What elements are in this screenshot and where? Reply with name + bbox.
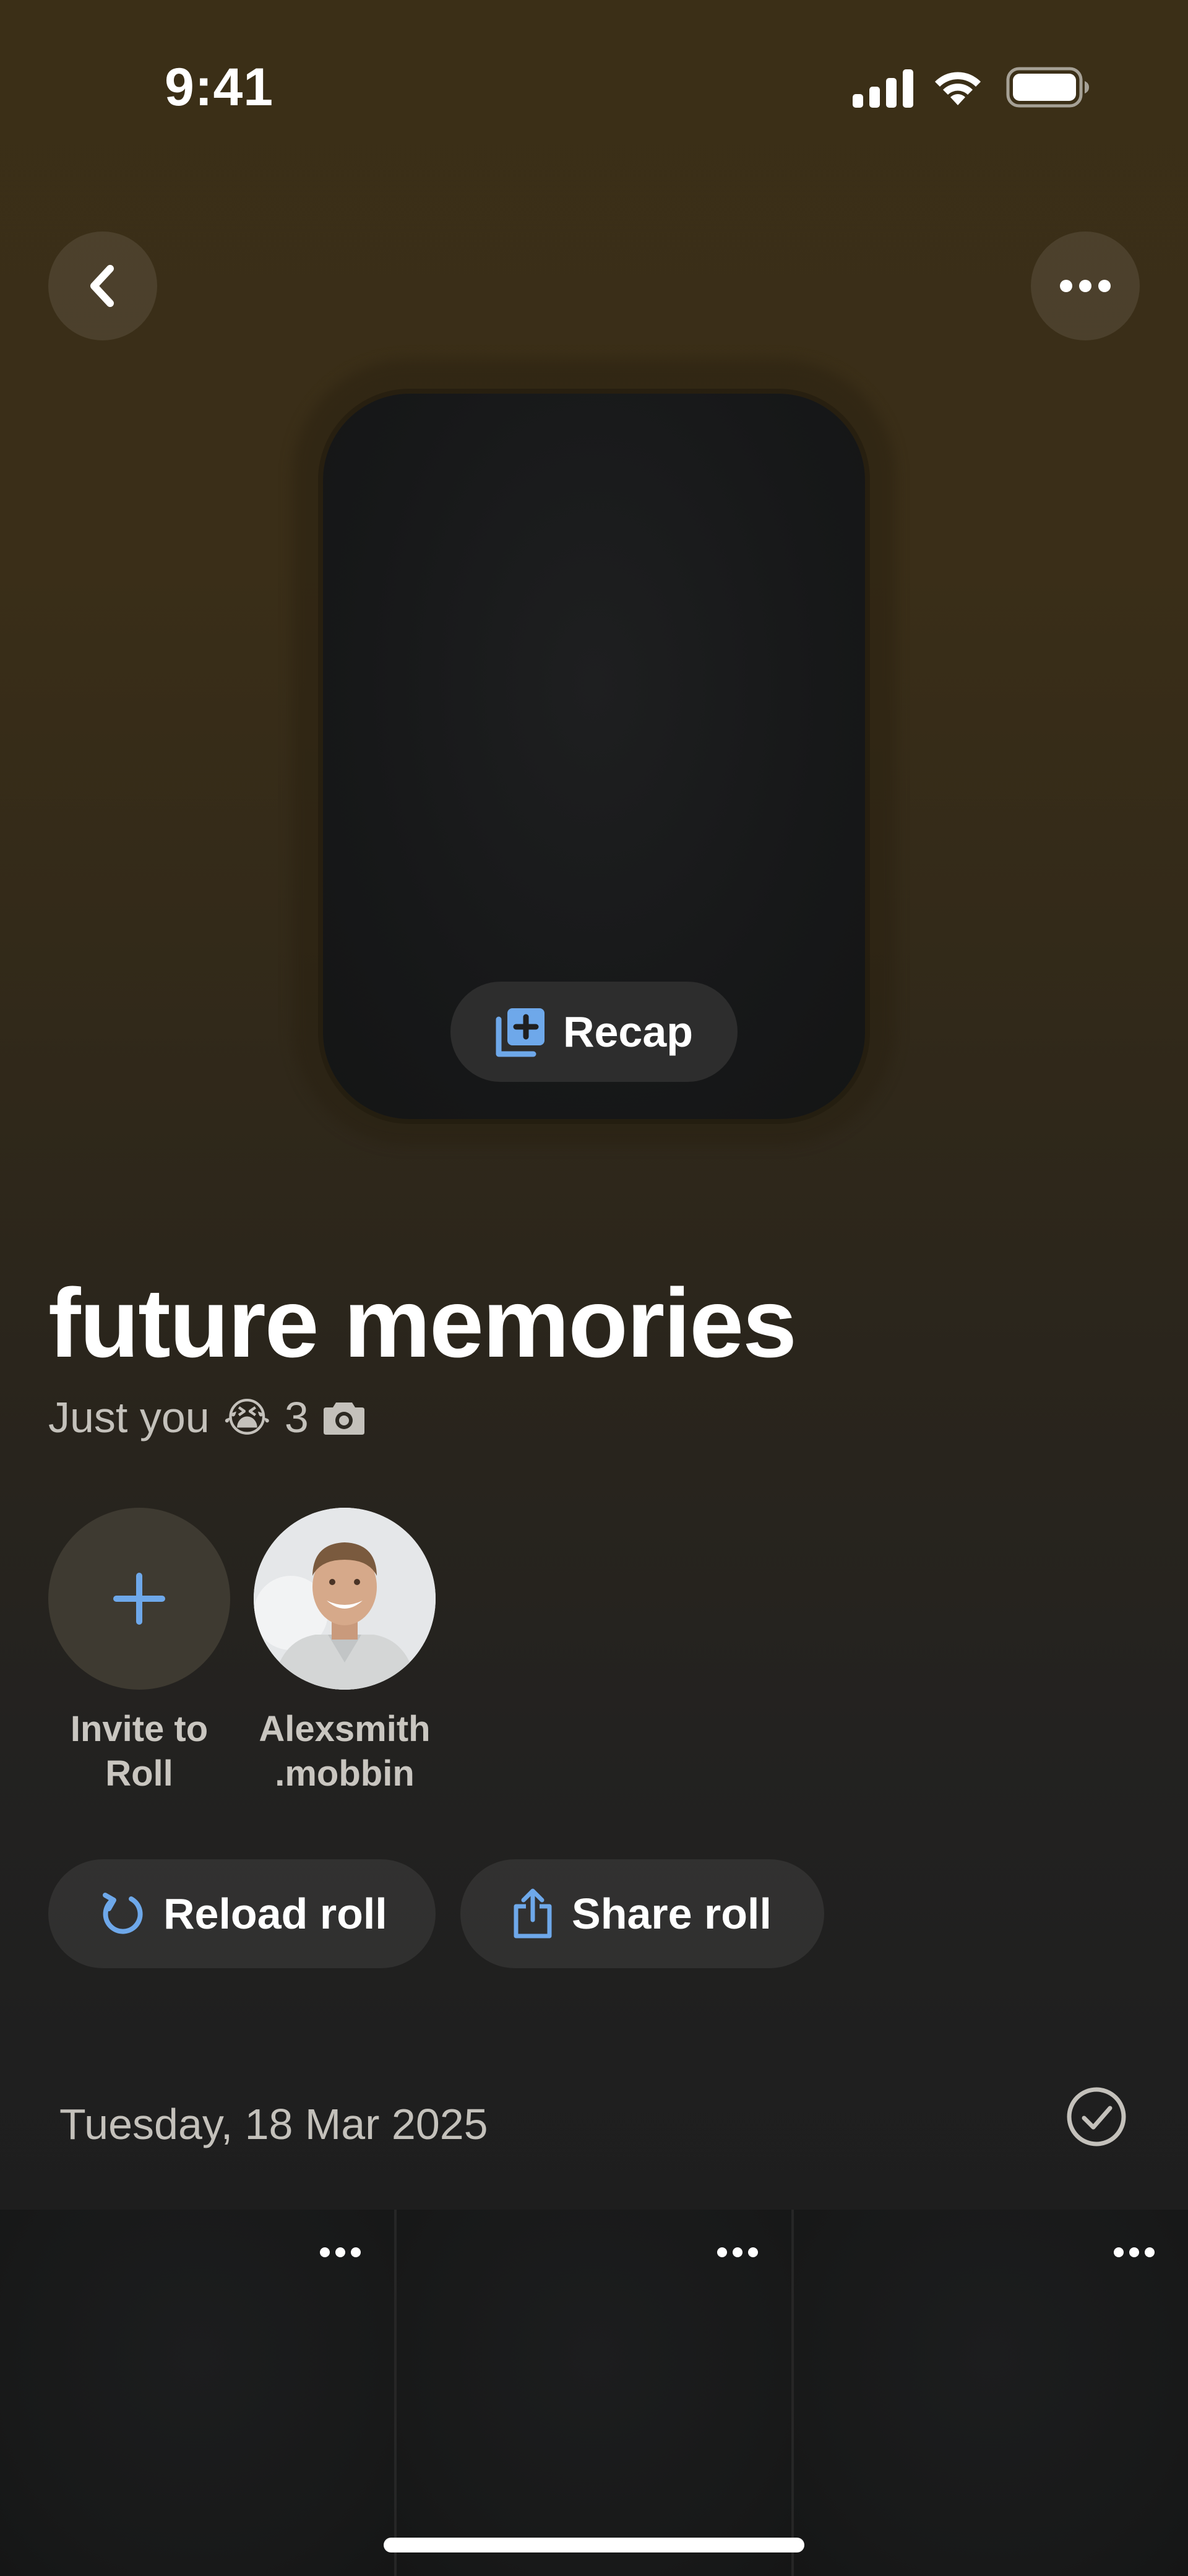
more-options-button[interactable]	[1031, 231, 1140, 340]
member-name: Alexsmith .mobbin	[259, 1709, 431, 1794]
cellular-signal-icon	[853, 69, 913, 108]
status-time: 9:41	[165, 58, 274, 117]
share-roll-button[interactable]: Share roll	[460, 1859, 824, 1968]
camera-icon	[323, 1403, 364, 1435]
roll-title: future memories	[48, 1269, 797, 1378]
roll-subtitle: Just you 😭 3	[48, 1393, 366, 1442]
avatar-image	[254, 1508, 436, 1690]
photo-more-button[interactable]	[710, 2237, 765, 2268]
plus-icon	[113, 1573, 165, 1625]
section-date: Tuesday, 18 Mar 2025	[59, 2100, 488, 2148]
photo-count: 3	[284, 1393, 309, 1441]
chevron-left-icon	[90, 265, 114, 307]
avatar[interactable]	[254, 1508, 436, 1690]
ellipsis-icon	[1060, 280, 1111, 292]
reload-roll-button[interactable]: Reload roll	[48, 1859, 436, 1968]
reload-roll-label: Reload roll	[163, 1890, 387, 1938]
member-item[interactable]: Alexsmith .mobbin	[254, 1508, 436, 1796]
invite-label: Invite to Roll	[70, 1709, 209, 1794]
share-roll-label: Share roll	[572, 1890, 772, 1938]
invite-button[interactable]	[48, 1508, 230, 1690]
battery-icon	[1006, 67, 1089, 108]
recap-label: Recap	[562, 1008, 694, 1056]
reload-icon	[103, 1893, 143, 1934]
photo-tile[interactable]	[397, 2210, 791, 2576]
roll-subtitle-text: Just you	[48, 1393, 210, 1441]
add-collection-icon	[496, 1008, 544, 1057]
select-check-icon[interactable]	[1065, 2086, 1127, 2148]
home-indicator[interactable]	[384, 2538, 804, 2552]
share-icon	[514, 1888, 552, 1938]
invite-to-roll-item[interactable]: Invite to Roll	[48, 1508, 230, 1796]
photo-grid	[0, 2210, 1188, 2576]
photo-tile[interactable]	[793, 2210, 1188, 2576]
wifi-icon	[935, 72, 981, 105]
back-button[interactable]	[48, 231, 157, 340]
crying-emoji-icon: 😭	[223, 1394, 271, 1440]
photo-tile[interactable]	[0, 2210, 395, 2576]
photo-more-button[interactable]	[312, 2237, 368, 2268]
photo-more-button[interactable]	[1106, 2237, 1162, 2268]
recap-button[interactable]: Recap	[450, 982, 738, 1082]
